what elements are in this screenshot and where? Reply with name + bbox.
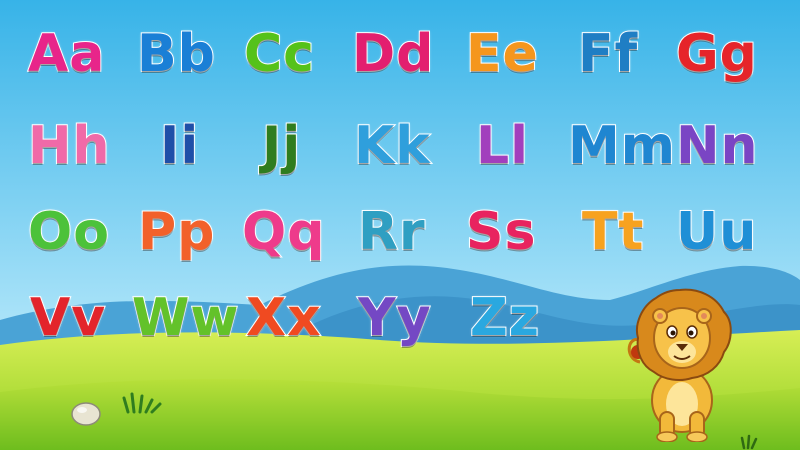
letter-pair-n: Nn — [675, 116, 759, 176]
letter-pair-k: Kk — [353, 116, 431, 176]
letter-pair-r: Rr — [357, 202, 426, 262]
letter-pair-i: Ii — [159, 116, 200, 176]
letter-pair-b: Bb — [136, 24, 216, 84]
letter-pair-l: Ll — [475, 116, 529, 176]
letter-pair-e: Ee — [465, 24, 539, 84]
letter-pair-c: Cc — [243, 24, 315, 84]
letter-pair-f: Ff — [577, 24, 639, 84]
letter-pair-o: Oo — [27, 202, 110, 262]
lion-icon — [627, 288, 732, 442]
letter-pair-y: Yy — [357, 288, 432, 348]
letter-pair-h: Hh — [27, 116, 111, 176]
letter-pair-j: Jj — [261, 116, 302, 176]
letter-pair-t: Tt — [581, 202, 645, 262]
letter-pair-a: Aa — [27, 24, 106, 84]
letter-pair-x: Xx — [245, 288, 322, 348]
letter-pair-v: Vv — [29, 288, 107, 348]
letter-pair-p: Pp — [137, 202, 216, 262]
letter-pair-d: Dd — [351, 24, 435, 84]
letter-pair-g: Gg — [675, 24, 758, 84]
alphabet-scene: Aa Bb Cc Dd Ee Ff Gg Hh Ii Jj Kk Ll Mm Nn Oo Pp Qq Rr Ss Tt… — [0, 0, 800, 450]
letter-pair-z: Zz — [469, 288, 540, 348]
letter-pair-u: Uu — [675, 202, 758, 262]
letter-pair-m: Mm — [567, 116, 676, 176]
letter-pair-q: Qq — [241, 202, 326, 262]
letter-pair-s: Ss — [465, 202, 537, 262]
letter-pair-w: Ww — [131, 288, 240, 348]
